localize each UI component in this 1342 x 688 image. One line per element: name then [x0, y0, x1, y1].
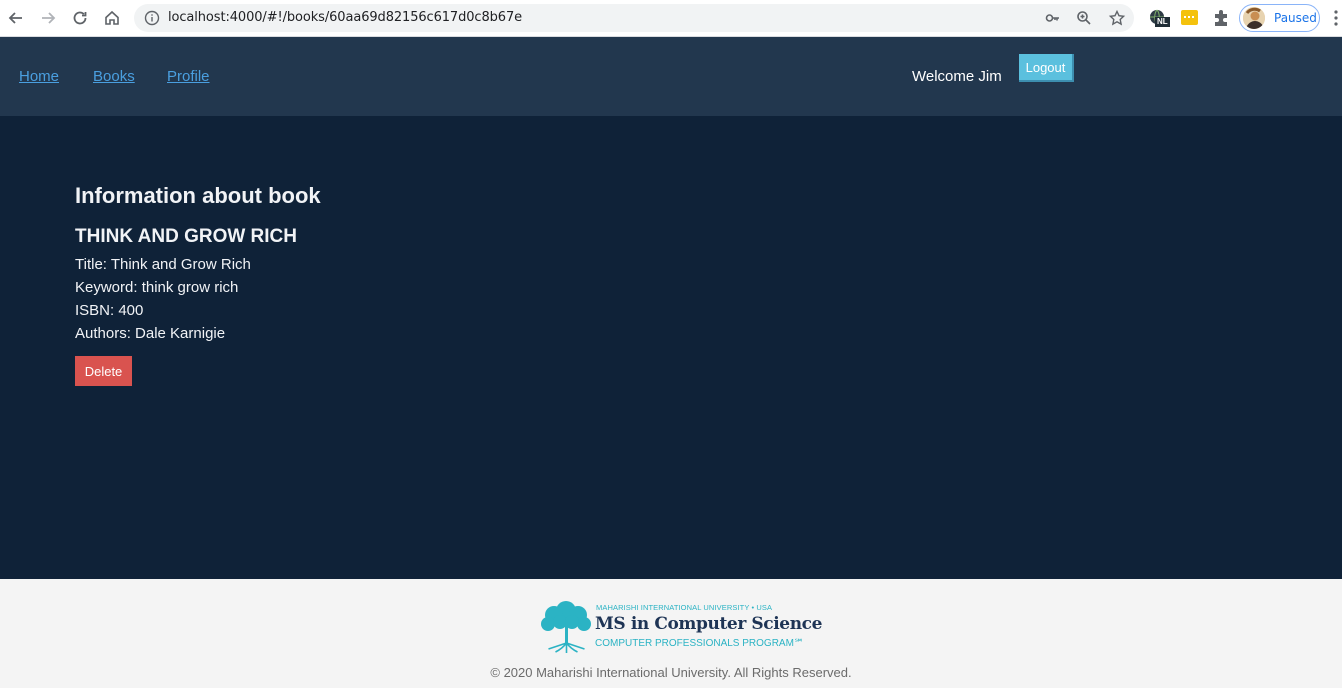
footer: MAHARISHI INTERNATIONAL UNIVERSITY • USA… [0, 579, 1342, 688]
university-logo: MAHARISHI INTERNATIONAL UNIVERSITY • USA… [538, 597, 822, 655]
forward-button[interactable] [36, 6, 60, 30]
welcome-message: Welcome Jim [912, 68, 1002, 85]
reload-icon [73, 11, 87, 25]
avatar [1243, 7, 1265, 29]
key-icon[interactable] [1044, 9, 1062, 27]
url-text: localhost:4000/#!/books/60aa69d82156c617… [168, 10, 523, 25]
home-icon [105, 10, 119, 25]
book-keyword-line: Keyword: think grow rich [75, 279, 239, 296]
bookmark-star-icon[interactable] [1108, 9, 1126, 27]
copyright-text: © 2020 Maharishi International Universit… [490, 665, 852, 680]
home-button[interactable] [100, 6, 124, 30]
book-title-line: Title: Think and Grow Rich [75, 256, 251, 273]
book-isbn-line: ISBN: 400 [75, 302, 144, 319]
book-name-heading: THINK AND GROW RICH [75, 226, 297, 247]
extensions-puzzle-icon[interactable] [1212, 8, 1232, 28]
logo-university-text: MAHARISHI INTERNATIONAL UNIVERSITY • USA [596, 603, 773, 612]
app-header: Home Books Profile Welcome Jim Logout [0, 37, 1342, 116]
logo-program-title: MS in Computer Science [595, 614, 823, 634]
profile-button[interactable]: Paused [1239, 4, 1320, 32]
browser-toolbar: localhost:4000/#!/books/60aa69d82156c617… [0, 0, 1342, 37]
nav-books-link[interactable]: Books [93, 68, 135, 85]
site-info-icon[interactable] [144, 10, 160, 26]
back-arrow-icon [8, 12, 22, 24]
extension-globe-icon[interactable]: NL [1148, 8, 1170, 28]
nav-home-link[interactable]: Home [19, 68, 59, 85]
delete-button[interactable]: Delete [75, 356, 132, 386]
forward-arrow-icon [42, 12, 56, 24]
browser-menu-icon[interactable] [1333, 9, 1339, 27]
zoom-icon[interactable] [1075, 9, 1093, 27]
book-authors-line: Authors: Dale Karnigie [75, 325, 226, 342]
nav-profile-link[interactable]: Profile [167, 68, 210, 85]
extension-badge: NL [1155, 17, 1170, 27]
book-detail-panel: Information about book THINK AND GROW RI… [0, 116, 1342, 579]
profile-status-label: Paused [1274, 11, 1317, 25]
reload-button[interactable] [68, 6, 92, 30]
extension-yellow-icon[interactable] [1180, 8, 1200, 28]
back-button[interactable] [4, 6, 28, 30]
logout-button[interactable]: Logout [1019, 54, 1074, 82]
tree-logo-icon [541, 601, 591, 653]
address-bar[interactable]: localhost:4000/#!/books/60aa69d82156c617… [134, 4, 1134, 32]
page-title: Information about book [75, 183, 321, 208]
logo-program-subtitle: COMPUTER PROFESSIONALS PROGRAM℠ [595, 638, 805, 649]
